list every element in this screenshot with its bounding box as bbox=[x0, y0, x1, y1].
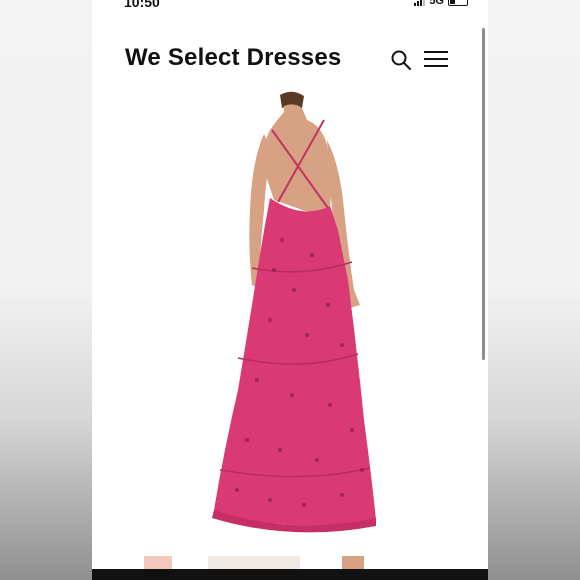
status-time: 10:50 bbox=[124, 0, 160, 10]
hamburger-menu-icon[interactable] bbox=[424, 48, 450, 70]
status-bar: 10:50 5G bbox=[92, 0, 488, 12]
network-label: 5G bbox=[429, 0, 444, 7]
scrollbar[interactable] bbox=[482, 28, 485, 360]
thumbnail-3[interactable] bbox=[342, 556, 364, 570]
dress-image[interactable] bbox=[152, 90, 452, 540]
thumbnail-1[interactable] bbox=[144, 556, 172, 570]
phone-screen: 10:50 5G We Select Dresses bbox=[92, 0, 488, 580]
status-indicators: 5G bbox=[414, 0, 468, 7]
thumbnail-2[interactable] bbox=[208, 556, 300, 570]
background-right bbox=[488, 0, 580, 580]
battery-icon bbox=[448, 0, 468, 6]
site-header: We Select Dresses bbox=[92, 40, 488, 80]
bottom-bar bbox=[92, 569, 488, 580]
search-icon[interactable] bbox=[389, 48, 413, 72]
site-title[interactable]: We Select Dresses bbox=[125, 44, 341, 72]
signal-icon bbox=[414, 0, 426, 6]
background-left bbox=[0, 0, 92, 580]
